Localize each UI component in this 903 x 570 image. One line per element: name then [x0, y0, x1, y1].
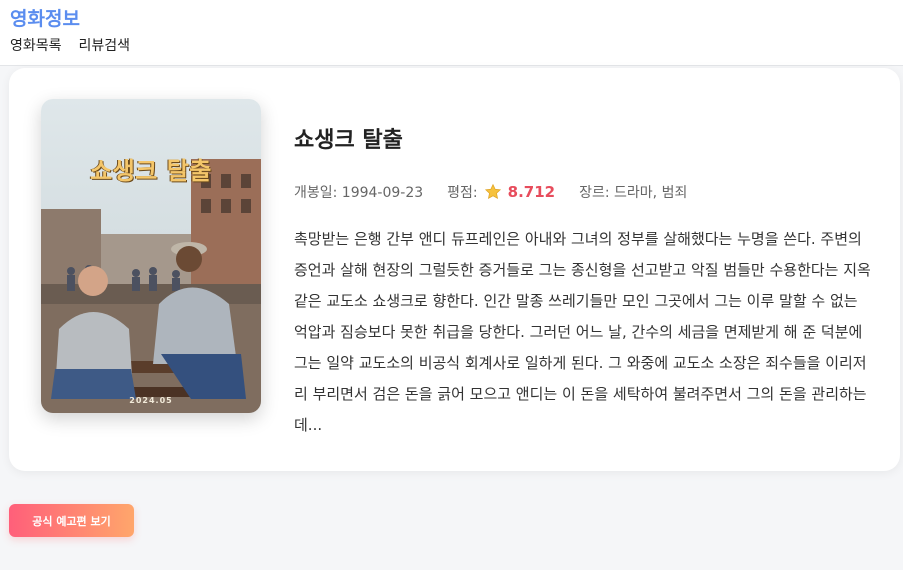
rating: 평점: 8.712: [447, 182, 555, 202]
movie-detail-card: 쇼생크 탈출 2024.05 쇼생크 탈출 개봉일: 1994-09-23 평점…: [9, 68, 900, 471]
poster-illustration: [41, 99, 261, 413]
movie-info: 쇼생크 탈출 개봉일: 1994-09-23 평점: 8.712 장르: 드라마…: [294, 122, 874, 441]
rating-value: 8.712: [507, 183, 556, 201]
poster-title-art: 쇼생크 탈출: [90, 157, 212, 185]
brand-logo[interactable]: 영화정보: [10, 4, 80, 31]
movie-overview: 촉망받는 은행 간부 앤디 듀프레인은 아내와 그녀의 정부를 살해했다는 누명…: [294, 230, 871, 434]
nav-review-search[interactable]: 리뷰검색: [79, 35, 131, 55]
movie-poster: 쇼생크 탈출 2024.05: [41, 99, 261, 413]
release-date: 개봉일: 1994-09-23: [294, 185, 424, 201]
movie-meta: 개봉일: 1994-09-23 평점: 8.712 장르: 드라마, 범죄: [294, 182, 874, 202]
movie-title: 쇼생크 탈출: [294, 128, 403, 153]
rating-label: 평점:: [447, 185, 478, 201]
genre: 장르: 드라마, 범죄: [579, 185, 688, 201]
nav-movie-list[interactable]: 영화목록: [10, 35, 62, 55]
main-nav: 영화목록 리뷰검색: [10, 35, 130, 55]
top-header: 영화정보 영화목록 리뷰검색: [0, 0, 903, 66]
trailer-button[interactable]: 공식 예고편 보기: [9, 504, 134, 537]
poster-date-text: 2024.05: [129, 396, 173, 405]
star-icon: [484, 183, 501, 199]
